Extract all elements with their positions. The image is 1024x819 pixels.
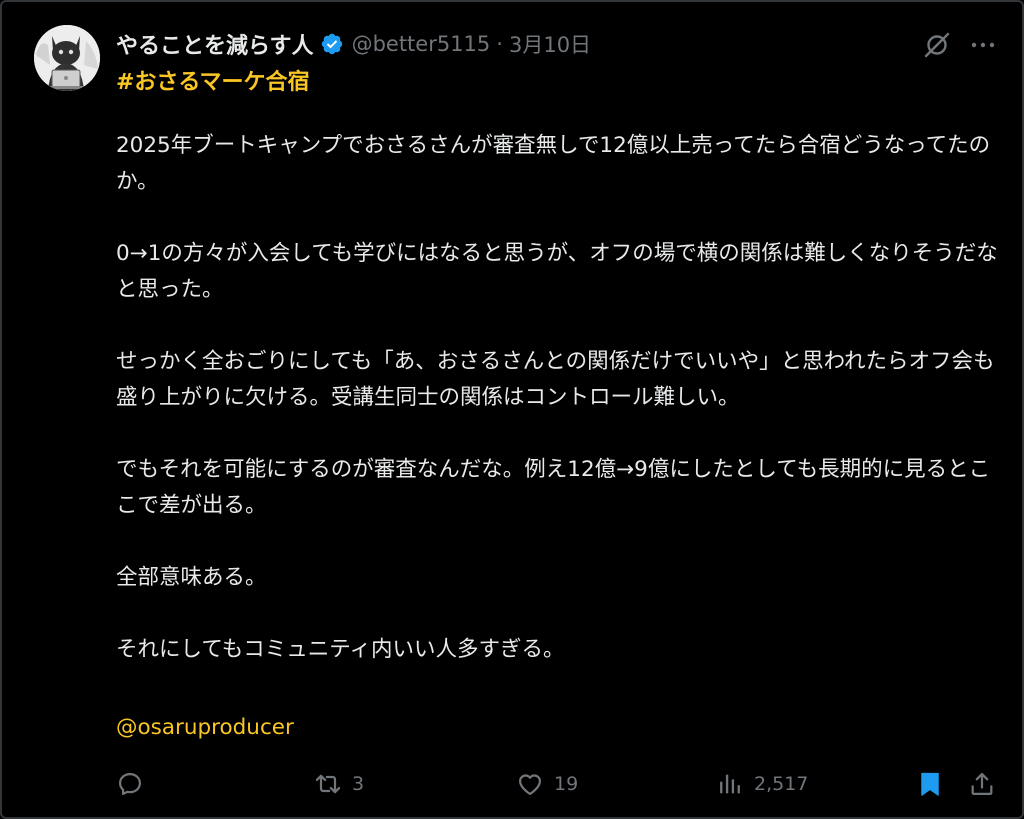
post-header: やることを減らす人 @better5115 · 3月10日 bbox=[116, 26, 998, 62]
views-button[interactable]: 2,517 bbox=[716, 766, 808, 802]
more-icon[interactable] bbox=[966, 28, 1000, 62]
post-body: 2025年ブートキャンプでおさるさんが審査無しで12億以上売ってたら合宿どうなっ… bbox=[116, 128, 1011, 668]
like-button[interactable]: 19 bbox=[516, 766, 578, 802]
post-paragraph: 2025年ブートキャンプでおさるさんが審査無しで12億以上売ってたら合宿どうなっ… bbox=[116, 133, 991, 194]
views-count: 2,517 bbox=[754, 773, 809, 795]
post-paragraph: でもそれを可能にするのが審査なんだな。例え12億→9億にしたとしても長期的に見る… bbox=[116, 457, 991, 518]
retweet-button[interactable]: 3 bbox=[314, 766, 364, 802]
like-count: 19 bbox=[554, 773, 579, 795]
mention-link[interactable]: @osaruproducer bbox=[116, 710, 294, 746]
verified-badge-icon bbox=[321, 33, 342, 55]
bookmark-button[interactable] bbox=[916, 766, 944, 802]
post-paragraph: それにしてもコミュニティ内いい人多すぎる。 bbox=[116, 637, 565, 662]
cat-with-laptop-avatar bbox=[34, 25, 100, 91]
retweet-count: 3 bbox=[352, 773, 365, 795]
post-date[interactable]: 3月10日 bbox=[509, 29, 591, 59]
share-button[interactable] bbox=[968, 766, 996, 802]
author-display-name[interactable]: やることを減らす人 bbox=[116, 28, 314, 60]
post-paragraph: せっかく全おごりにしても「あ、おさるさんとの関係だけでいいや」と思われたらオフ会… bbox=[116, 349, 995, 410]
heart-icon bbox=[518, 774, 542, 796]
post-card: やることを減らす人 @better5115 · 3月10日 #おさるマーケ合宿 … bbox=[0, 0, 1024, 819]
reply-icon bbox=[118, 772, 142, 796]
author-handle[interactable]: @better5115 bbox=[352, 32, 491, 56]
retweet-icon bbox=[315, 774, 341, 794]
post-paragraph: 0→1の方々が入会しても学びにはなると思うが、オフの場で横の関係は難しくなりそう… bbox=[116, 241, 998, 302]
reply-button[interactable] bbox=[116, 766, 154, 802]
post-paragraph: 全部意味ある。 bbox=[116, 565, 267, 590]
views-chart-icon bbox=[720, 774, 740, 794]
bookmark-icon bbox=[921, 772, 939, 796]
share-icon bbox=[971, 772, 993, 796]
avatar[interactable] bbox=[34, 25, 100, 91]
grok-icon[interactable] bbox=[920, 28, 954, 62]
separator-dot: · bbox=[496, 32, 503, 56]
hashtag-link[interactable]: #おさるマーケ合宿 bbox=[116, 64, 310, 96]
